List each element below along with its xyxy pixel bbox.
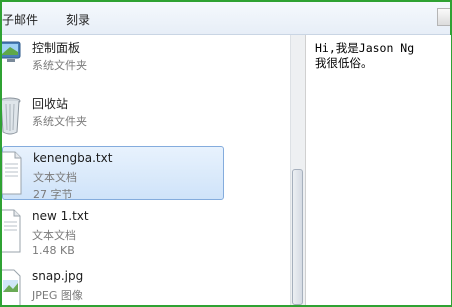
file-type: 文本文档 bbox=[32, 229, 76, 242]
preview-pane: Hi,我是Jason Ng 我很低俗。 bbox=[305, 35, 451, 305]
text-file-icon bbox=[2, 151, 22, 195]
scrollbar-thumb[interactable] bbox=[292, 169, 303, 305]
file-name: snap.jpg bbox=[32, 269, 84, 283]
file-name: 控制面板 bbox=[32, 41, 81, 55]
preview-text-line: 我很低俗。 bbox=[315, 56, 373, 70]
explorer-window: 子邮件 刻录 控制面板 系统文件夹 回收站 系统文件夹 kenengba.txt… bbox=[0, 0, 452, 307]
list-item-kenengba-txt[interactable]: kenengba.txt 文本文档 27 字节 bbox=[2, 146, 224, 201]
list-item-new1-txt[interactable]: new 1.txt 文本文档 1.48 KB bbox=[2, 205, 224, 259]
file-name: kenengba.txt bbox=[33, 151, 113, 165]
file-type: 文本文档 bbox=[33, 171, 77, 184]
menu-bar: 子邮件 刻录 bbox=[2, 2, 450, 35]
preview-text-line: Hi,我是Jason Ng bbox=[315, 41, 415, 55]
control-panel-icon bbox=[2, 41, 21, 62]
recycle-bin-icon bbox=[2, 97, 21, 135]
menu-burn[interactable]: 刻录 bbox=[66, 11, 90, 28]
file-type: 系统文件夹 bbox=[32, 59, 87, 72]
list-item-control-panel[interactable]: 控制面板 系统文件夹 bbox=[2, 35, 224, 89]
toolbar-overflow-icon[interactable] bbox=[437, 8, 450, 26]
file-size: 27 字节 bbox=[33, 188, 73, 201]
list-item-snap-jpg[interactable]: snap.jpg JPEG 图像 bbox=[2, 265, 224, 305]
image-file-icon bbox=[2, 269, 21, 305]
file-name: 回收站 bbox=[32, 97, 69, 111]
file-type: 系统文件夹 bbox=[32, 115, 87, 128]
text-file-icon bbox=[2, 209, 21, 253]
file-list: 控制面板 系统文件夹 回收站 系统文件夹 kenengba.txt 文本文档 2… bbox=[2, 35, 290, 305]
file-name: new 1.txt bbox=[32, 209, 89, 223]
menu-email[interactable]: 子邮件 bbox=[2, 11, 38, 28]
list-item-recycle-bin[interactable]: 回收站 系统文件夹 bbox=[2, 91, 224, 145]
file-type: JPEG 图像 bbox=[32, 289, 83, 302]
file-size: 1.48 KB bbox=[32, 244, 75, 257]
vertical-scrollbar[interactable] bbox=[290, 35, 305, 305]
